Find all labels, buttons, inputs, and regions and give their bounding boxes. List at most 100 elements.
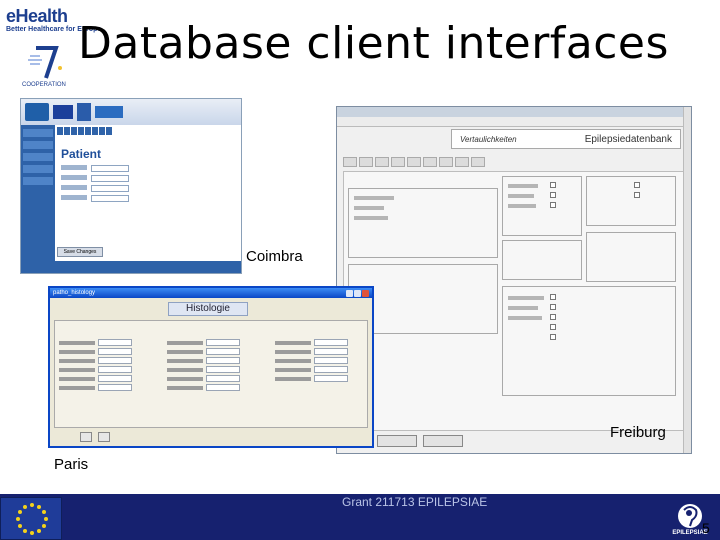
- tab[interactable]: [407, 157, 421, 167]
- field-label: [275, 350, 311, 354]
- tab[interactable]: [99, 127, 105, 135]
- form-input[interactable]: [91, 195, 129, 202]
- form-input[interactable]: [206, 339, 240, 346]
- form-input[interactable]: [98, 357, 132, 364]
- sidebar-item[interactable]: [23, 165, 53, 173]
- field-label: [59, 377, 95, 381]
- form-group: [502, 240, 582, 280]
- field-label: [275, 368, 311, 372]
- checkbox[interactable]: [634, 182, 640, 188]
- paris-titlebar: patho_histology: [50, 288, 372, 298]
- field-label: [61, 165, 87, 170]
- tab[interactable]: [92, 127, 98, 135]
- form-input[interactable]: [314, 375, 348, 382]
- tab[interactable]: [471, 157, 485, 167]
- tab[interactable]: [85, 127, 91, 135]
- form-input[interactable]: [98, 366, 132, 373]
- tab[interactable]: [375, 157, 389, 167]
- coimbra-sidebar: [21, 125, 55, 273]
- tab[interactable]: [423, 157, 437, 167]
- form-column: [167, 339, 240, 393]
- ehealth-mini-logo-icon: [95, 106, 123, 118]
- field-label: [61, 195, 87, 200]
- paris-caption: Paris: [54, 456, 89, 473]
- form-input[interactable]: [98, 375, 132, 382]
- form-input[interactable]: [98, 339, 132, 346]
- form-input[interactable]: [206, 375, 240, 382]
- form-button[interactable]: [423, 435, 463, 447]
- save-changes-button[interactable]: Save Changes: [57, 247, 103, 257]
- fp7-caption: COOPERATION: [22, 82, 66, 88]
- form-input[interactable]: [206, 366, 240, 373]
- fp7-logo-icon: COOPERATION: [22, 44, 70, 88]
- form-input[interactable]: [314, 348, 348, 355]
- close-icon[interactable]: [362, 289, 369, 297]
- tab[interactable]: [439, 157, 453, 167]
- freiburg-header-right: Epilepsiedatenbank: [584, 133, 672, 145]
- checkbox[interactable]: [550, 202, 556, 208]
- window-controls: [346, 289, 369, 297]
- form-input[interactable]: [98, 384, 132, 391]
- checkbox[interactable]: [550, 182, 556, 188]
- paris-form: [54, 320, 368, 428]
- field-label: [508, 296, 544, 300]
- field-label: [59, 350, 95, 354]
- coimbra-client-screenshot: Patient Save Changes: [20, 98, 242, 274]
- field-label: [354, 216, 388, 220]
- tab[interactable]: [78, 127, 84, 135]
- page-number: 5: [702, 520, 710, 536]
- field-label: [59, 359, 95, 363]
- form-input[interactable]: [314, 366, 348, 373]
- checkbox[interactable]: [550, 314, 556, 320]
- sidebar-item[interactable]: [23, 129, 53, 137]
- field-label: [167, 359, 203, 363]
- freiburg-scrollbar[interactable]: [683, 107, 691, 453]
- form-input[interactable]: [98, 348, 132, 355]
- form-button[interactable]: [377, 435, 417, 447]
- sidebar-item[interactable]: [23, 153, 53, 161]
- form-input[interactable]: [314, 339, 348, 346]
- cancel-button[interactable]: [98, 432, 110, 442]
- field-label: [354, 196, 394, 200]
- field-label: [354, 206, 384, 210]
- form-input[interactable]: [91, 185, 129, 192]
- freiburg-form: [343, 171, 685, 431]
- checkbox[interactable]: [550, 192, 556, 198]
- freiburg-tabs: [343, 157, 687, 167]
- coimbra-panel-title: Patient: [61, 147, 102, 161]
- form-input[interactable]: [91, 165, 129, 172]
- tab[interactable]: [57, 127, 63, 135]
- minimize-icon[interactable]: [346, 289, 353, 297]
- tab[interactable]: [343, 157, 357, 167]
- field-label: [167, 341, 203, 345]
- form-input[interactable]: [206, 348, 240, 355]
- tab[interactable]: [391, 157, 405, 167]
- maximize-icon[interactable]: [354, 289, 361, 297]
- form-group: [586, 176, 676, 226]
- tab[interactable]: [455, 157, 469, 167]
- epilepsiae-mini-logo-icon: [25, 103, 49, 121]
- checkbox[interactable]: [550, 334, 556, 340]
- tab[interactable]: [71, 127, 77, 135]
- form-group: [586, 232, 676, 282]
- form-input[interactable]: [314, 357, 348, 364]
- ok-button[interactable]: [80, 432, 92, 442]
- field-label: [508, 184, 538, 188]
- field-label: [508, 306, 538, 310]
- tab[interactable]: [64, 127, 70, 135]
- sidebar-item[interactable]: [23, 141, 53, 149]
- checkbox[interactable]: [550, 324, 556, 330]
- field-label: [508, 204, 536, 208]
- fp7-mini-logo-icon: [77, 103, 91, 121]
- tab[interactable]: [106, 127, 112, 135]
- checkbox[interactable]: [550, 304, 556, 310]
- form-input[interactable]: [206, 384, 240, 391]
- checkbox[interactable]: [634, 192, 640, 198]
- tab[interactable]: [359, 157, 373, 167]
- paris-client-screenshot: patho_histology Histologie: [48, 286, 374, 448]
- field-label: [275, 377, 311, 381]
- checkbox[interactable]: [550, 294, 556, 300]
- form-input[interactable]: [206, 357, 240, 364]
- sidebar-item[interactable]: [23, 177, 53, 185]
- form-input[interactable]: [91, 175, 129, 182]
